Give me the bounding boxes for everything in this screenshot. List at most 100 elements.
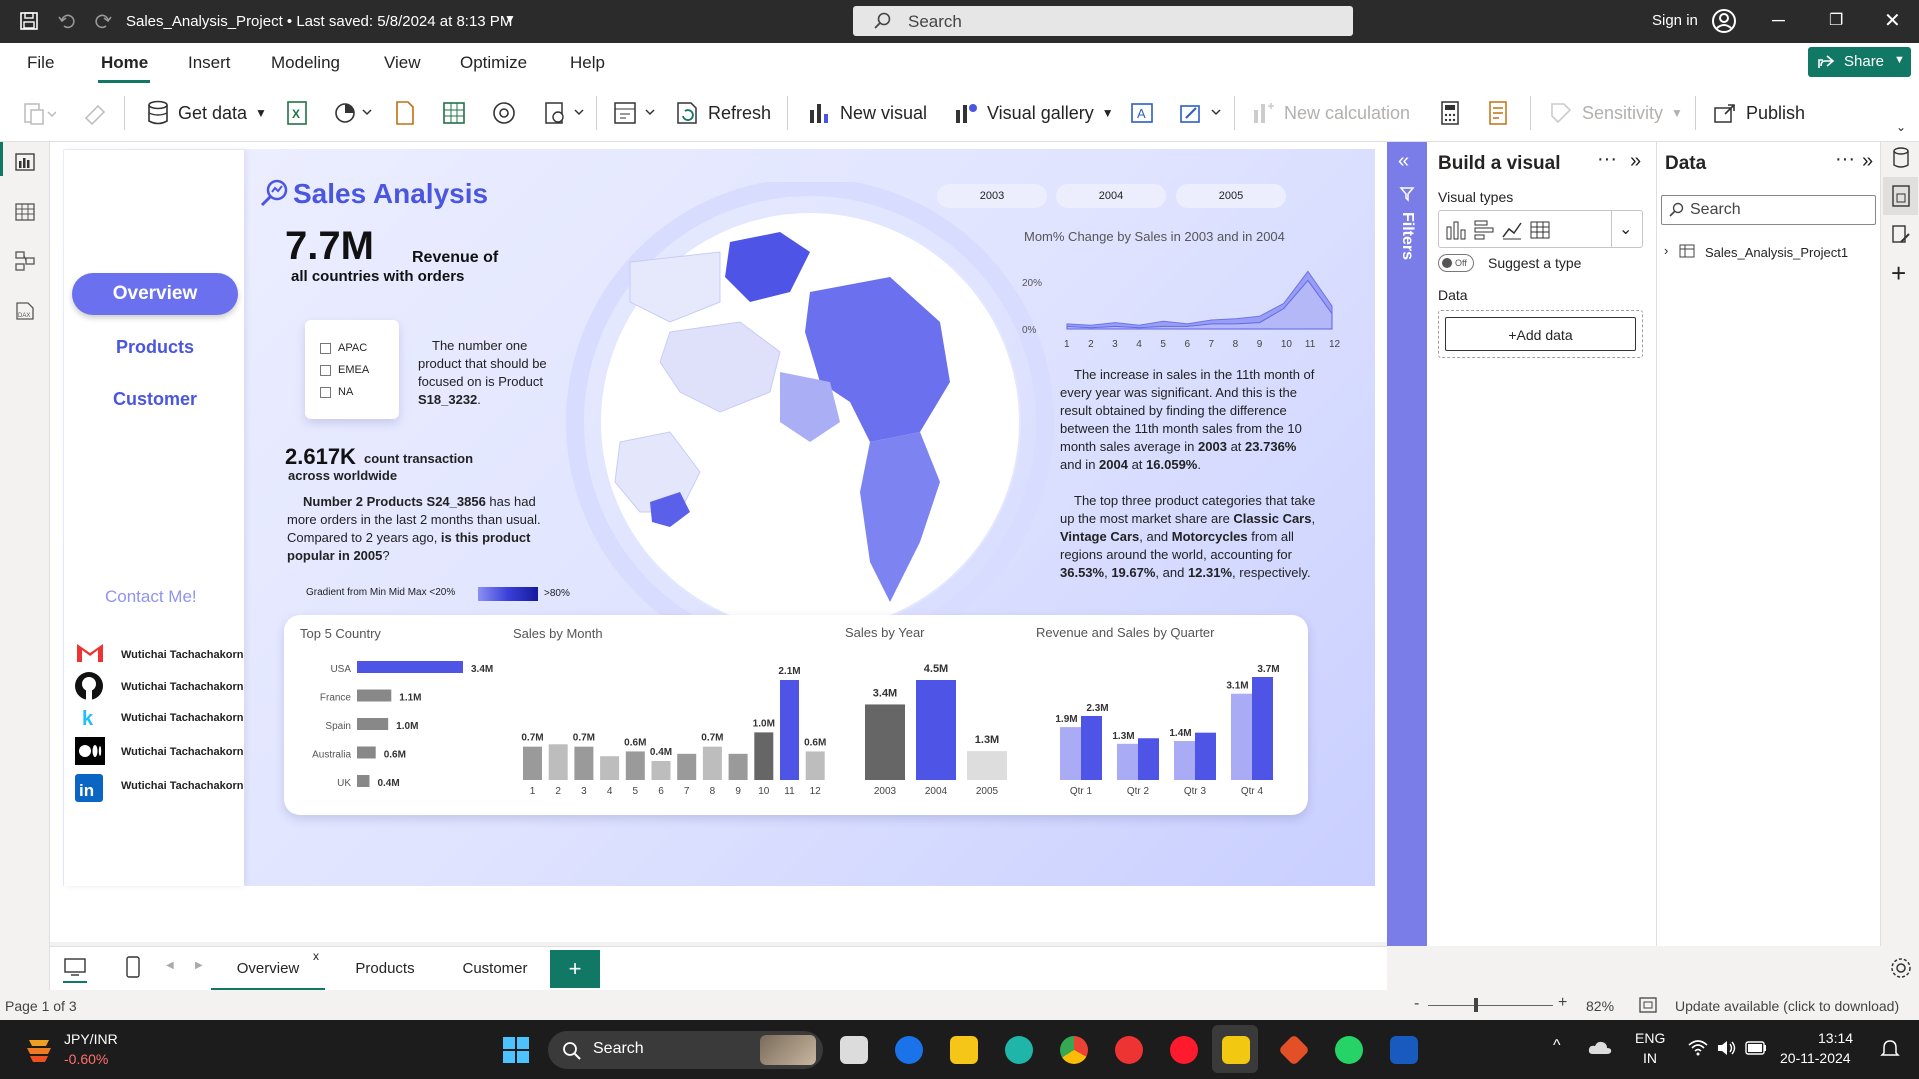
country-bar[interactable] <box>357 718 389 730</box>
expand-gallery-icon[interactable]: ⌄ <box>1619 219 1632 239</box>
stock-ticker-icon[interactable] <box>24 1034 54 1064</box>
stacked-column-chart-icon[interactable] <box>1445 219 1467 241</box>
line-chart-icon[interactable] <box>1501 219 1523 241</box>
sql-button[interactable] <box>393 96 417 130</box>
checkbox[interactable] <box>320 342 331 354</box>
sales-year-chart[interactable]: 2003 3.4M 2004 4.5M 2005 1.3M <box>850 650 1020 800</box>
report-view-icon[interactable] <box>14 152 36 172</box>
recent-sources-button[interactable] <box>543 96 589 130</box>
quarter-bar-sales[interactable] <box>1195 732 1216 780</box>
windows-start-icon[interactable] <box>503 1037 529 1063</box>
opera-browser-icon[interactable] <box>1170 1036 1198 1064</box>
region-na[interactable]: NA <box>320 386 353 398</box>
month-bar[interactable] <box>677 753 697 780</box>
tab-overview[interactable]: Overview <box>211 947 325 991</box>
mobile-layout-icon[interactable] <box>125 955 141 979</box>
quarter-bar-revenue[interactable] <box>1174 741 1195 780</box>
sign-in-link[interactable]: Sign in <box>1652 12 1698 29</box>
data-pane-icon[interactable] <box>1891 146 1911 170</box>
tab-products[interactable]: Products <box>335 947 435 991</box>
account-icon[interactable] <box>1711 8 1737 34</box>
chrome-browser-icon[interactable] <box>1060 1036 1088 1064</box>
month-bar[interactable] <box>600 756 620 780</box>
visual-gallery-button[interactable]: Visual gallery ▼ <box>953 96 1114 130</box>
add-page-button[interactable]: + <box>550 950 600 988</box>
menu-home[interactable]: Home <box>101 53 148 73</box>
settings-gear-icon[interactable] <box>1890 957 1912 979</box>
whatsapp-icon[interactable] <box>1335 1036 1363 1064</box>
update-available-link[interactable]: Update available (click to download) <box>1675 998 1899 1014</box>
add-data-button[interactable]: +Add data <box>1445 317 1636 351</box>
fit-to-page-icon[interactable] <box>1638 996 1658 1014</box>
table-view-icon[interactable] <box>14 202 36 222</box>
quarter-bar-sales[interactable] <box>1138 738 1159 780</box>
quarter-bar-revenue[interactable] <box>1117 743 1138 780</box>
stacked-bar-chart-icon[interactable] <box>1473 219 1495 241</box>
checkbox[interactable] <box>320 364 331 376</box>
onelake-button[interactable] <box>333 96 377 130</box>
ribbon-collapse-icon[interactable]: ⌄ <box>1896 120 1906 134</box>
contact-medium[interactable]: Wutichai Tachachakorn <box>121 746 243 758</box>
power-bi-icon[interactable] <box>1222 1036 1250 1064</box>
text-box-button[interactable]: A <box>1129 96 1155 130</box>
country-bar[interactable] <box>357 689 392 702</box>
collapse-pane-icon[interactable]: » <box>1630 150 1641 173</box>
chromium-app-icon[interactable] <box>895 1036 923 1064</box>
file-explorer-icon[interactable] <box>950 1036 978 1064</box>
new-measure-button[interactable] <box>1486 96 1510 130</box>
menu-insert[interactable]: Insert <box>188 53 231 73</box>
task-view-icon[interactable] <box>840 1036 868 1064</box>
language-primary[interactable]: ENG <box>1635 1030 1665 1046</box>
contact-github[interactable]: Wutichai Tachachakorn <box>121 681 243 693</box>
ticker-name[interactable]: JPY/INR <box>64 1031 118 1047</box>
zoom-in-button[interactable]: + <box>1558 994 1567 1012</box>
month-bar[interactable] <box>728 753 748 780</box>
new-calculation-button[interactable]: New calculation <box>1250 96 1410 130</box>
revenue-quarter-chart[interactable]: 1.9M 2.3M Qtr 1 1.3M Qtr 2 1.4M Qtr 3 3.1M 3.7M Q… <box>1040 650 1300 800</box>
contact-gmail[interactable]: Wutichai Tachachakorn <box>121 649 243 661</box>
paste-button[interactable] <box>22 96 56 130</box>
format-painter-button[interactable] <box>82 96 108 130</box>
country-bar[interactable] <box>357 746 376 759</box>
publish-button[interactable]: Publish <box>1712 96 1805 130</box>
taskbar-search[interactable]: Search <box>548 1031 823 1069</box>
onedrive-cloud-icon[interactable] <box>1588 1040 1612 1056</box>
tab-customer[interactable]: Customer <box>442 947 548 991</box>
contact-kaggle[interactable]: Wutichai Tachachakorn <box>121 712 243 724</box>
next-page-icon[interactable]: ▶ <box>195 960 203 971</box>
enter-data-button[interactable] <box>442 96 466 130</box>
restore-icon[interactable]: ❐ <box>1829 10 1843 30</box>
contact-linkedin[interactable]: Wutichai Tachachakorn <box>121 780 243 792</box>
year-bar[interactable] <box>967 751 1007 780</box>
redo-icon[interactable] <box>94 12 112 30</box>
close-tab-icon[interactable]: x <box>313 949 319 963</box>
more-options-icon[interactable]: ··· <box>1835 148 1855 171</box>
quick-measure-button[interactable] <box>1438 96 1462 130</box>
prev-page-icon[interactable]: ◀ <box>166 960 174 971</box>
title-search-box[interactable]: Search <box>853 6 1353 36</box>
build-visual-pane-icon[interactable] <box>1891 184 1911 208</box>
expand-table-icon[interactable]: › <box>1664 243 1668 258</box>
menu-optimize[interactable]: Optimize <box>460 53 527 73</box>
more-options-icon[interactable]: ··· <box>1597 148 1617 171</box>
mom-change-chart[interactable]: 20%0%1 2 3 4 5 6 7 8 9 10 11 12 <box>1020 250 1340 350</box>
year-slicer-2005[interactable]: 2005 <box>1176 184 1286 208</box>
data-table-item[interactable]: Sales_Analysis_Project1 <box>1705 245 1848 260</box>
medium-icon[interactable] <box>74 736 106 766</box>
month-bar[interactable] <box>780 680 799 780</box>
git-icon[interactable] <box>1278 1034 1310 1066</box>
globe-map[interactable] <box>540 182 1080 662</box>
nav-overview-button[interactable]: Overview <box>72 273 238 315</box>
sales-month-chart[interactable]: 1 0.7M 2 3 0.7M 4 5 0.6M 6 0.4M 7 8 0.7M 9 10 1.0M 11 2.1… <box>510 650 830 800</box>
minimize-icon[interactable]: ─ <box>1772 10 1785 31</box>
zoom-slider-thumb[interactable] <box>1474 998 1478 1012</box>
share-button[interactable]: Share ▼ <box>1808 47 1911 77</box>
month-bar[interactable] <box>625 751 645 780</box>
year-slicer-2004[interactable]: 2004 <box>1056 184 1166 208</box>
year-bar[interactable] <box>916 680 956 780</box>
word-icon[interactable] <box>1390 1036 1418 1064</box>
month-bar[interactable] <box>574 746 594 780</box>
clock-date[interactable]: 20-11-2024 <box>1780 1050 1851 1066</box>
region-emea[interactable]: EMEA <box>320 364 369 376</box>
filters-pane-collapsed[interactable]: « Filters <box>1387 142 1427 946</box>
